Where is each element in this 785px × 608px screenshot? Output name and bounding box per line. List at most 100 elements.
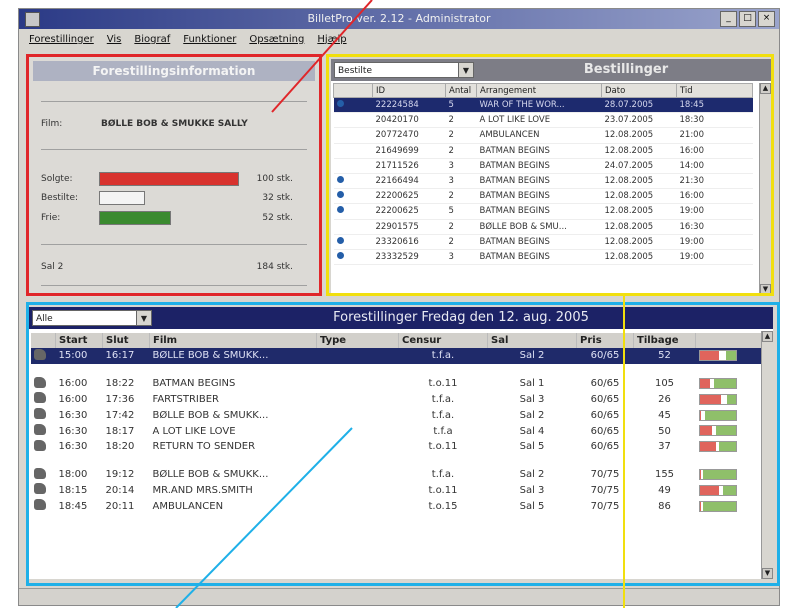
col-dato[interactable]: Dato	[601, 83, 677, 98]
booking-row[interactable]: 22901575 2 BØLLE BOB & SMU... 12.08.2005 16:…	[333, 219, 753, 235]
menu-funktioner[interactable]: Funktioner	[183, 34, 236, 45]
show-type	[316, 407, 399, 424]
shows-filter-select[interactable]: Alle ▼	[32, 310, 152, 326]
col-icon[interactable]	[31, 333, 56, 348]
booking-dato: 28.07.2005	[601, 97, 677, 114]
show-row[interactable]: 16:30 17:42 BØLLE BOB & SMUKK... t.f.a. Sal …	[31, 407, 771, 424]
show-sal: Sal 3	[487, 482, 577, 499]
show-tilbage: 105	[633, 375, 696, 392]
title-bar[interactable]: BilletPro ver. 2.12 - Administrator _ □ …	[19, 9, 779, 29]
show-start: 18:00	[55, 466, 103, 483]
show-sal: Sal 5	[487, 498, 577, 515]
booking-row[interactable]: 23332529 3 BATMAN BEGINS 12.08.2005 19:00	[333, 249, 753, 266]
menu-biograf[interactable]: Biograf	[134, 34, 170, 45]
shows-panel: Alle ▼ Forestillinger Fredag den 12. aug…	[29, 307, 773, 579]
scroll-down-icon[interactable]: ▼	[760, 284, 771, 295]
sold-bar	[99, 172, 239, 186]
booking-antal: 2	[445, 234, 477, 250]
occupancy-sold-segment	[699, 351, 720, 361]
bookings-filter-select[interactable]: Bestilte ▼	[334, 62, 474, 78]
col-tilbage[interactable]: Tilbage	[633, 333, 696, 348]
bookings-scrollbar[interactable]: ▲ ▼	[759, 83, 771, 295]
minimize-button[interactable]: _	[720, 11, 737, 27]
booking-antal: 2	[445, 143, 477, 159]
show-row[interactable]: 18:15 20:14 MR.AND MRS.SMITH t.o.11 Sal 3 70/…	[31, 482, 771, 499]
booking-status-icon	[336, 206, 344, 214]
booked-value: 32 stk.	[262, 193, 293, 203]
shows-scrollbar[interactable]: ▲ ▼	[761, 331, 773, 579]
col-icon[interactable]	[333, 83, 373, 98]
col-sal[interactable]: Sal	[487, 333, 577, 348]
show-tilbage: 52	[633, 348, 696, 364]
show-film: FARTSTRIBER	[149, 391, 317, 408]
show-sal: Sal 1	[487, 375, 577, 392]
scroll-up-icon[interactable]: ▲	[762, 331, 773, 342]
booking-id: 22200625	[372, 203, 446, 220]
occupancy-sold-segment	[699, 485, 720, 495]
show-tilbage: 26	[633, 391, 696, 408]
show-type	[316, 438, 399, 455]
show-row[interactable]: 16:00 17:36 FARTSTRIBER t.f.a. Sal 3 60/65 26	[31, 391, 771, 408]
show-tilbage: 155	[633, 466, 696, 483]
show-row[interactable]: 16:00 18:22 BATMAN BEGINS t.o.11 Sal 1 60/65 1…	[31, 375, 771, 392]
scroll-up-icon[interactable]: ▲	[760, 83, 771, 94]
col-censur[interactable]: Censur	[398, 333, 488, 348]
booking-id: 23332529	[372, 249, 446, 266]
col-arrangement[interactable]: Arrangement	[476, 83, 602, 98]
occupancy-bar	[698, 500, 737, 512]
show-type	[316, 391, 399, 408]
col-slut[interactable]: Slut	[102, 333, 150, 348]
show-film: AMBULANCEN	[149, 498, 317, 515]
booking-arr: BØLLE BOB & SMU...	[476, 219, 602, 235]
col-start[interactable]: Start	[55, 333, 103, 348]
booking-row[interactable]: 21649699 2 BATMAN BEGINS 12.08.2005 16:00	[333, 143, 753, 159]
booking-row[interactable]: 23320616 2 BATMAN BEGINS 12.08.2005 19:00	[333, 234, 753, 250]
show-icon-cell	[31, 407, 56, 424]
col-type[interactable]: Type	[316, 333, 399, 348]
show-row[interactable]: 18:45 20:11 AMBULANCEN t.o.15 Sal 5 70/75 86	[31, 498, 771, 515]
booking-row[interactable]: 20772470 2 AMBULANCEN 12.08.2005 21:00	[333, 127, 753, 144]
col-status[interactable]	[695, 333, 771, 348]
booking-icon-cell	[333, 97, 373, 114]
booking-arr: BATMAN BEGINS	[476, 249, 602, 266]
booking-row[interactable]: 20420170 2 A LOT LIKE LOVE 23.07.2005 18:30	[333, 112, 753, 129]
col-film[interactable]: Film	[149, 333, 317, 348]
chevron-down-icon[interactable]: ▼	[458, 63, 473, 77]
booking-icon-cell	[333, 127, 373, 144]
show-row[interactable]: 16:30 18:20 RETURN TO SENDER t.o.11 Sal 5 60/…	[31, 438, 771, 455]
scroll-down-icon[interactable]: ▼	[762, 568, 773, 579]
menu-hjaelp[interactable]: Hjælp	[317, 34, 346, 45]
show-pris: 60/65	[576, 391, 634, 408]
show-row[interactable]: 15:00 16:17 BØLLE BOB & SMUKK... t.f.a. Sal …	[31, 348, 771, 364]
col-antal[interactable]: Antal	[445, 83, 477, 98]
booking-row[interactable]: 22200625 2 BATMAN BEGINS 12.08.2005 16:00	[333, 188, 753, 205]
booking-row[interactable]: 21711526 3 BATMAN BEGINS 24.07.2005 14:00	[333, 158, 753, 174]
show-row[interactable]: 16:30 18:17 A LOT LIKE LOVE t.f.a Sal 4 60/65…	[31, 423, 771, 439]
col-pris[interactable]: Pris	[576, 333, 634, 348]
menu-vis[interactable]: Vis	[107, 34, 122, 45]
show-row[interactable]: 18:00 19:12 BØLLE BOB & SMUKK... t.f.a. Sal …	[31, 466, 771, 483]
menu-opsaetning[interactable]: Opsætning	[249, 34, 304, 45]
bookings-filter-value: Bestilte	[338, 66, 372, 76]
free-bar	[99, 211, 171, 225]
col-tid[interactable]: Tid	[676, 83, 753, 98]
booking-row[interactable]: 22166494 3 BATMAN BEGINS 12.08.2005 21:30	[333, 173, 753, 190]
booking-row[interactable]: 22224584 5 WAR OF THE WOR... 28.07.2005 18:4…	[333, 97, 753, 114]
booking-tid: 19:00	[676, 249, 753, 266]
show-sal: Sal 4	[487, 423, 577, 439]
close-button[interactable]: ×	[758, 11, 775, 27]
status-bar	[19, 588, 779, 605]
chevron-down-icon[interactable]: ▼	[136, 311, 151, 325]
menu-forestillinger[interactable]: Forestillinger	[29, 34, 94, 45]
booking-row[interactable]: 22200625 5 BATMAN BEGINS 12.08.2005 19:00	[333, 203, 753, 220]
show-tilbage: 49	[633, 482, 696, 499]
show-icon-cell	[31, 391, 56, 408]
show-occupancy-cell	[695, 423, 771, 439]
show-icon-cell	[31, 438, 56, 455]
col-id[interactable]: ID	[372, 83, 446, 98]
show-tilbage: 86	[633, 498, 696, 515]
booking-tid: 16:00	[676, 188, 753, 205]
maximize-button[interactable]: □	[739, 11, 756, 27]
booking-dato: 12.08.2005	[601, 249, 677, 266]
booking-icon-cell	[333, 158, 373, 174]
